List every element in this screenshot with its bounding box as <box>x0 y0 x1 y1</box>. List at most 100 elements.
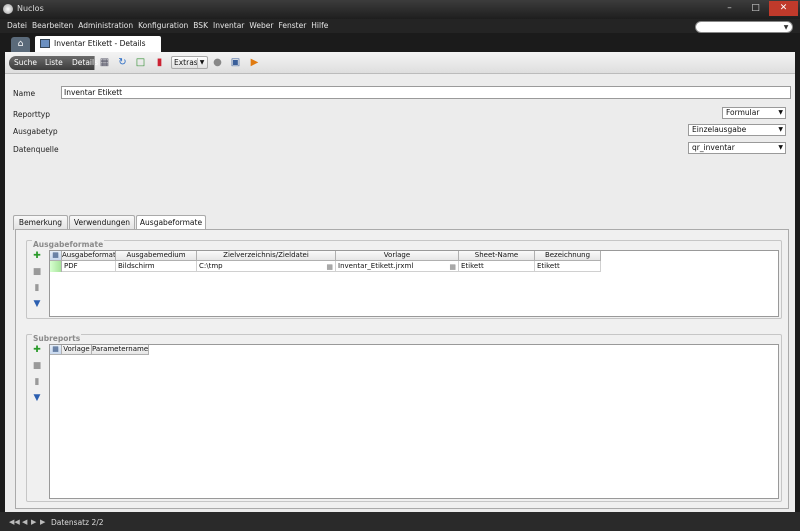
tab-verwendungen[interactable]: Verwendungen <box>69 215 135 230</box>
cell-vorlage[interactable]: Inventar_Etikett.jrxml ▦ <box>336 261 459 272</box>
first-record-icon[interactable]: ◀◀ <box>9 518 20 526</box>
last-record-icon[interactable]: ▶ <box>40 518 45 526</box>
filter-icon[interactable]: ▼ <box>31 298 43 310</box>
execute-icon[interactable]: ▶ <box>249 57 260 68</box>
previous-record-icon[interactable]: ◀ <box>22 518 27 526</box>
filter-icon[interactable]: ▼ <box>31 392 43 404</box>
ausgabeformate-tools: ✚ ■ ▮ ▼ <box>31 250 44 316</box>
info-icon[interactable]: ● <box>212 57 223 68</box>
subreports-title: Subreports <box>32 334 82 343</box>
subreports-group: Subreports ✚ ■ ▮ ▼ ▦ Vorlage Parameterna… <box>26 334 782 502</box>
menu-hilfe[interactable]: Hilfe <box>311 21 328 30</box>
col-sheet-name[interactable]: Sheet-Name <box>459 251 535 261</box>
cell-ausgabeformat[interactable]: PDF <box>62 261 116 272</box>
details-toolbar: Suche Liste Details ▦ ↻ □ ▮ Extras ▼ ● ▣… <box>5 52 795 74</box>
ausgabetyp-label: Ausgabetyp <box>13 127 58 136</box>
name-label: Name <box>13 89 36 98</box>
next-record-icon[interactable]: ▶ <box>31 518 36 526</box>
clone-icon[interactable]: ■ <box>31 266 43 278</box>
menu-bsk[interactable]: BSK <box>193 21 208 30</box>
app-logo-icon <box>3 4 13 14</box>
save-icon[interactable]: ▦ <box>99 57 110 68</box>
print-icon[interactable]: ▣ <box>230 57 241 68</box>
home-icon: ⌂ <box>17 39 24 49</box>
window-titlebar: Nuclos – □ ✕ <box>0 0 800 19</box>
details-panel: Suche Liste Details ▦ ↻ □ ▮ Extras ▼ ● ▣… <box>5 52 795 512</box>
file-icon[interactable]: ▦ <box>326 262 333 271</box>
col-parametername[interactable]: Parametername <box>92 345 149 355</box>
name-field[interactable]: Inventar Etikett <box>61 86 791 99</box>
reporttyp-select[interactable]: Formular ▼ <box>722 107 786 119</box>
column-chooser-icon[interactable]: ▦ <box>50 251 62 261</box>
cell-zielverzeichnis-text: C:\tmp <box>199 262 223 270</box>
ausgabetyp-value: Einzelausgabe <box>692 125 747 134</box>
extras-label: Extras <box>174 58 198 67</box>
column-chooser-icon[interactable]: ▦ <box>50 345 62 355</box>
cell-bezeichnung[interactable]: Etikett <box>535 261 601 272</box>
subreports-table: ▦ Vorlage Parametername <box>49 344 779 499</box>
col-ausgabeformat[interactable]: Ausgabeformat <box>62 251 116 261</box>
extras-dropdown[interactable]: Extras ▼ <box>171 56 208 69</box>
delete-row-icon[interactable]: ▮ <box>31 376 43 388</box>
tab-label: Inventar Etikett - Details <box>54 39 146 48</box>
table-row[interactable]: PDF Bildschirm C:\tmp ▦ Inventar_Etikett… <box>50 261 601 272</box>
ausgabeformate-group: Ausgabeformate ✚ ■ ▮ ▼ ▦ Ausgabeformat A… <box>26 240 782 319</box>
datenquelle-value: qr_inventar <box>692 143 735 152</box>
ausgabetyp-select[interactable]: Einzelausgabe ▼ <box>688 124 786 136</box>
menu-inventar[interactable]: Inventar <box>213 21 244 30</box>
subreports-header: ▦ Vorlage Parametername <box>50 345 149 355</box>
menu-administration[interactable]: Administration <box>78 21 133 30</box>
col-zielverzeichnis[interactable]: Zielverzeichnis/Zieldatei <box>197 251 336 261</box>
reporttyp-label: Reporttyp <box>13 110 51 119</box>
close-button[interactable]: ✕ <box>769 1 798 16</box>
nav-details-button[interactable]: Details <box>67 56 98 70</box>
col-vorlage[interactable]: Vorlage <box>336 251 459 261</box>
window-controls: – □ ✕ <box>717 1 798 16</box>
cell-zielverzeichnis[interactable]: C:\tmp ▦ <box>197 261 336 272</box>
global-search-input[interactable]: ▼ <box>695 21 793 33</box>
menu-weber[interactable]: Weber <box>249 21 273 30</box>
chevron-down-icon: ▼ <box>778 144 783 151</box>
chevron-down-icon[interactable]: ▼ <box>781 23 791 32</box>
nav-suche-button[interactable]: Suche <box>9 56 42 70</box>
add-row-icon[interactable]: ✚ <box>31 344 43 356</box>
delete-icon[interactable]: ▮ <box>154 57 165 68</box>
tab-bemerkung[interactable]: Bemerkung <box>13 215 68 230</box>
window-title: Nuclos <box>17 4 44 13</box>
refresh-icon[interactable]: ↻ <box>117 57 128 68</box>
status-bar: ◀◀ ◀ ▶ ▶ Datensatz 2/2 <box>0 512 800 531</box>
home-tab[interactable]: ⌂ <box>11 37 30 52</box>
cell-ausgabemedium[interactable]: Bildschirm <box>116 261 197 272</box>
ausgabeformate-panel: Ausgabeformate ✚ ■ ▮ ▼ ▦ Ausgabeformat A… <box>15 229 789 509</box>
cell-sheet-name[interactable]: Etikett <box>459 261 535 272</box>
add-row-icon[interactable]: ✚ <box>31 250 43 262</box>
menu-datei[interactable]: Datei <box>7 21 27 30</box>
datenquelle-label: Datenquelle <box>13 145 59 154</box>
minimize-button[interactable]: – <box>717 1 742 16</box>
row-marker <box>50 261 62 272</box>
menu-konfiguration[interactable]: Konfiguration <box>138 21 188 30</box>
delete-row-icon[interactable]: ▮ <box>31 282 43 294</box>
datenquelle-select[interactable]: qr_inventar ▼ <box>688 142 786 154</box>
menu-bearbeiten[interactable]: Bearbeiten <box>32 21 73 30</box>
ausgabeformate-title: Ausgabeformate <box>32 240 105 249</box>
menu-bar: Datei Bearbeiten Administration Konfigur… <box>0 19 800 33</box>
record-counter: Datensatz 2/2 <box>51 518 104 527</box>
file-icon[interactable]: ▦ <box>449 262 456 271</box>
tab-inventar-etikett-details[interactable]: Inventar Etikett - Details <box>35 36 161 52</box>
chevron-down-icon: ▼ <box>778 109 783 116</box>
cell-vorlage-text: Inventar_Etikett.jrxml <box>338 262 414 270</box>
new-document-icon[interactable]: □ <box>135 57 146 68</box>
chevron-down-icon: ▼ <box>778 126 783 133</box>
ausgabeformate-table: ▦ Ausgabeformat Ausgabemedium Zielverzei… <box>49 250 779 317</box>
clone-icon[interactable]: ■ <box>31 360 43 372</box>
report-icon <box>40 39 50 48</box>
chevron-down-icon: ▼ <box>197 58 206 68</box>
reporttyp-value: Formular <box>726 108 760 117</box>
col-ausgabemedium[interactable]: Ausgabemedium <box>116 251 197 261</box>
nav-liste-button[interactable]: Liste <box>40 56 69 70</box>
col-bezeichnung[interactable]: Bezeichnung <box>535 251 601 261</box>
col-vorlage[interactable]: Vorlage <box>62 345 92 355</box>
maximize-button[interactable]: □ <box>743 1 768 16</box>
menu-fenster[interactable]: Fenster <box>278 21 306 30</box>
